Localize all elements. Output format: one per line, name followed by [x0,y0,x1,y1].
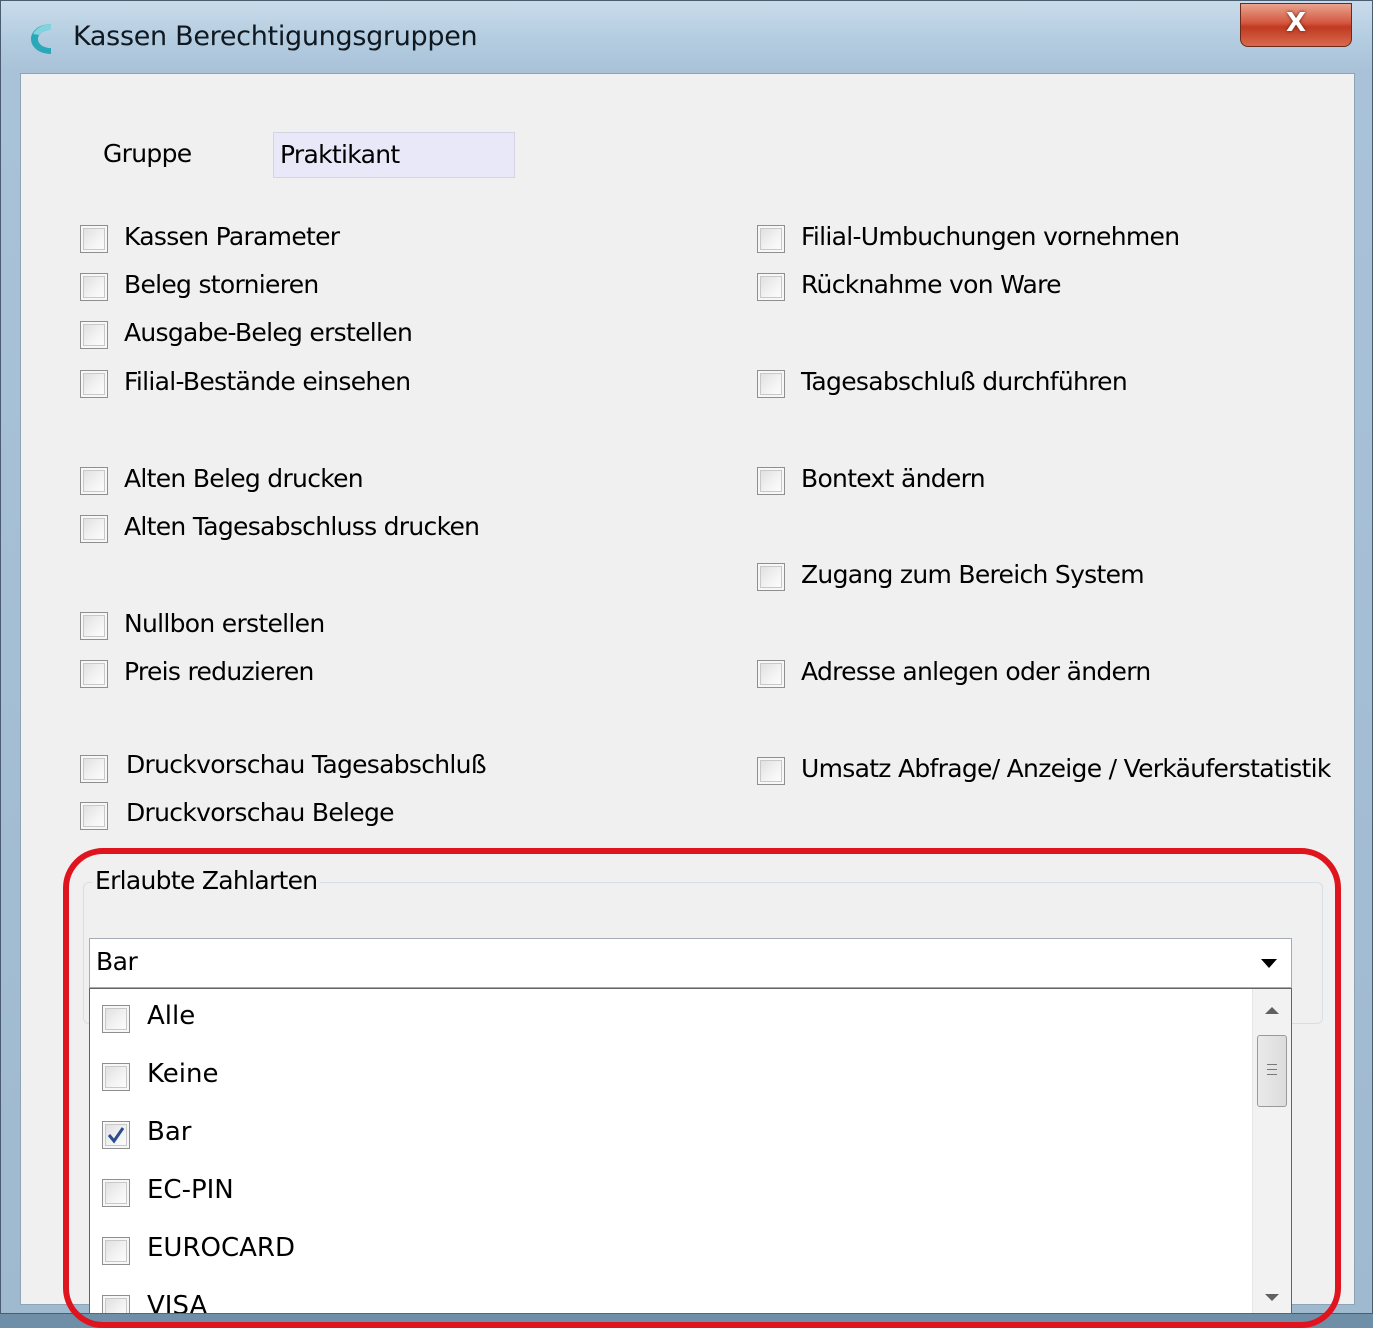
checkbox-label: Adresse anlegen oder ändern [801,657,1151,686]
checkbox-label: Bontext ändern [801,464,986,493]
checkbox-ausgabe-beleg[interactable] [80,321,108,349]
checkbox[interactable] [102,1063,130,1091]
checkbox[interactable] [102,1237,130,1265]
window-title: Kassen Berechtigungsgruppen [73,21,478,52]
dropdown-scrollbar[interactable] [1252,989,1291,1313]
title-bar[interactable]: Kassen Berechtigungsgruppen X [1,1,1372,73]
list-item-alle[interactable]: Alle [90,989,1250,1047]
checkbox-label: Umsatz Abfrage/ Anzeige / Verkäuferstati… [801,754,1331,783]
close-button[interactable]: X [1240,3,1352,47]
grip-line [1267,1064,1277,1065]
list-item-visa[interactable]: VISA [90,1279,1250,1314]
checkbox-druckvorschau-tagesabschluss[interactable] [80,755,108,783]
list-item-eurocard[interactable]: EUROCARD [90,1221,1250,1279]
checkbox-ruecknahme[interactable] [757,273,785,301]
checkbox-zugang-system[interactable] [757,563,785,591]
list-item-bar[interactable]: Bar [90,1105,1250,1163]
checkbox-bontext[interactable] [757,467,785,495]
scroll-up-arrow-icon[interactable] [1265,1007,1279,1014]
checkbox-label: Kassen Parameter [124,222,340,251]
gruppe-label: Gruppe [103,139,192,168]
list-item-label: Keine [147,1059,219,1089]
grip-line [1267,1069,1277,1070]
checkbox[interactable] [102,1005,130,1033]
checkbox-label: Zugang zum Bereich System [801,560,1145,589]
app-logo-icon [31,24,51,54]
checkbox-druckvorschau-belege[interactable] [80,802,108,830]
chevron-down-icon[interactable] [1261,959,1277,968]
checkbox-alten-beleg[interactable] [80,467,108,495]
checkbox-label: Beleg stornieren [124,270,319,299]
checkbox-preis-reduzieren[interactable] [80,660,108,688]
checkbox-filial-umbuchungen[interactable] [757,225,785,253]
scrollbar-thumb[interactable] [1257,1035,1287,1107]
scroll-down-arrow-icon[interactable] [1265,1294,1279,1301]
list-item-label: EUROCARD [147,1233,296,1263]
checkbox-label: Nullbon erstellen [124,609,325,638]
list-item-label: VISA [147,1291,208,1314]
checkbox-label: Filial-Bestände einsehen [124,367,411,396]
grip-line [1267,1074,1277,1075]
checkbox-adresse[interactable] [757,660,785,688]
checkbox-label: Filial-Umbuchungen vornehmen [801,222,1180,251]
zahlarten-dropdown-list[interactable]: Alle Keine Bar EC-PIN EUROCARD VISA [89,988,1292,1314]
list-item-ec-pin[interactable]: EC-PIN [90,1163,1250,1221]
checkbox-umsatz[interactable] [757,757,785,785]
checkmark-icon [107,1127,125,1144]
checkbox-label: Preis reduzieren [124,657,314,686]
zahlarten-group-title: Erlaubte Zahlarten [92,866,321,895]
checkbox[interactable] [102,1179,130,1207]
checkbox-nullbon[interactable] [80,612,108,640]
checkbox-alten-tagesabschluss[interactable] [80,515,108,543]
checkbox-tagesabschluss[interactable] [757,370,785,398]
checkbox-label: Druckvorschau Tagesabschluß [126,750,487,779]
checkbox-label: Rücknahme von Ware [801,270,1062,299]
checkbox-label: Druckvorschau Belege [126,798,395,827]
list-item-label: Alle [147,1001,196,1031]
checkbox-checked[interactable] [102,1121,130,1149]
checkbox-beleg-stornieren[interactable] [80,273,108,301]
checkbox-kassen-parameter[interactable] [80,225,108,253]
close-icon: X [1285,8,1307,38]
zahlarten-combobox[interactable]: Bar [89,938,1292,988]
list-item-keine[interactable]: Keine [90,1047,1250,1105]
checkbox-label: Ausgabe-Beleg erstellen [124,318,413,347]
checkbox-label: Tagesabschluß durchführen [801,367,1128,396]
combobox-selected-value: Bar [96,947,138,976]
list-item-label: Bar [147,1117,192,1147]
list-item-label: EC-PIN [147,1175,234,1205]
checkbox-label: Alten Beleg drucken [124,464,364,493]
checkbox-filial-bestaende[interactable] [80,370,108,398]
checkbox-label: Alten Tagesabschluss drucken [124,512,480,541]
checkbox[interactable] [102,1295,130,1313]
gruppe-field[interactable]: Praktikant [273,132,515,178]
